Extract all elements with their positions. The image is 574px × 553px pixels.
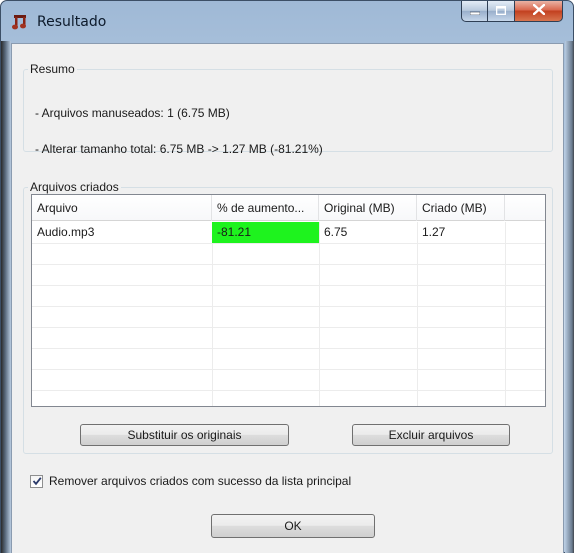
- table-row[interactable]: Audio.mp3 -81.21 6.75 1.27: [32, 222, 505, 243]
- column-header-empty: [505, 195, 545, 221]
- grid-line: [32, 285, 545, 286]
- close-icon: [532, 3, 545, 18]
- grid-line: [212, 222, 213, 406]
- grid-line: [417, 222, 418, 406]
- resumo-group: Resumo - Arquivos manuseados: 1 (6.75 MB…: [23, 62, 553, 156]
- cell-arquivo: Audio.mp3: [37, 225, 95, 239]
- grid-line: [32, 327, 545, 328]
- arquivos-manuseados-text: - Arquivos manuseados: 1 (6.75 MB): [35, 106, 230, 120]
- window-left-edge: [1, 41, 11, 553]
- arquivos-criados-legend: Arquivos criados: [30, 180, 119, 194]
- window-frame: Resultado Resumo - Arquivos manuseados: …: [0, 0, 574, 553]
- grid-line: [32, 390, 545, 391]
- remover-arquivos-label[interactable]: Remover arquivos criados com sucesso da …: [49, 474, 351, 488]
- cell-aumento: -81.21: [212, 222, 319, 243]
- dialog-client-area: Resumo - Arquivos manuseados: 1 (6.75 MB…: [11, 43, 564, 553]
- grid-line: [32, 264, 545, 265]
- column-header-criado[interactable]: Criado (MB): [417, 195, 505, 221]
- grid-line: [319, 222, 320, 406]
- column-header-original[interactable]: Original (MB): [319, 195, 417, 221]
- cell-criado: 1.27: [422, 225, 446, 239]
- list-header: Arquivo % de aumento... Original (MB) Cr…: [32, 195, 545, 221]
- remover-arquivos-option[interactable]: Remover arquivos criados com sucesso da …: [30, 474, 351, 488]
- column-header-aumento[interactable]: % de aumento...: [212, 195, 319, 221]
- grid-line: [32, 348, 545, 349]
- music-note-icon: [11, 13, 29, 31]
- ok-button[interactable]: OK: [211, 514, 375, 538]
- minimize-button[interactable]: [461, 1, 488, 22]
- alterar-tamanho-text: - Alterar tamanho total: 6.75 MB -> 1.27…: [35, 142, 323, 156]
- grid-line: [32, 243, 545, 244]
- grid-line: [505, 222, 506, 406]
- substituir-originais-button[interactable]: Substituir os originais: [80, 424, 289, 446]
- title-bar[interactable]: Resultado: [1, 1, 573, 45]
- grid-line: [32, 369, 545, 370]
- column-header-arquivo[interactable]: Arquivo: [32, 195, 212, 221]
- checkmark-icon: [32, 477, 42, 486]
- remover-arquivos-checkbox[interactable]: [30, 474, 43, 488]
- grid-line: [32, 306, 545, 307]
- window-right-edge: [565, 41, 574, 553]
- maximize-button[interactable]: [488, 1, 515, 22]
- maximize-icon: [495, 4, 507, 18]
- window-title: Resultado: [37, 14, 107, 30]
- caption-buttons: [461, 1, 563, 23]
- cell-original: 6.75: [324, 225, 348, 239]
- resumo-legend: Resumo: [30, 62, 75, 76]
- close-button[interactable]: [515, 1, 563, 22]
- excluir-arquivos-button[interactable]: Excluir arquivos: [352, 424, 510, 446]
- minimize-icon: [469, 4, 480, 18]
- file-list[interactable]: Arquivo % de aumento... Original (MB) Cr…: [31, 194, 546, 407]
- list-body: Audio.mp3 -81.21 6.75 1.27: [32, 222, 545, 406]
